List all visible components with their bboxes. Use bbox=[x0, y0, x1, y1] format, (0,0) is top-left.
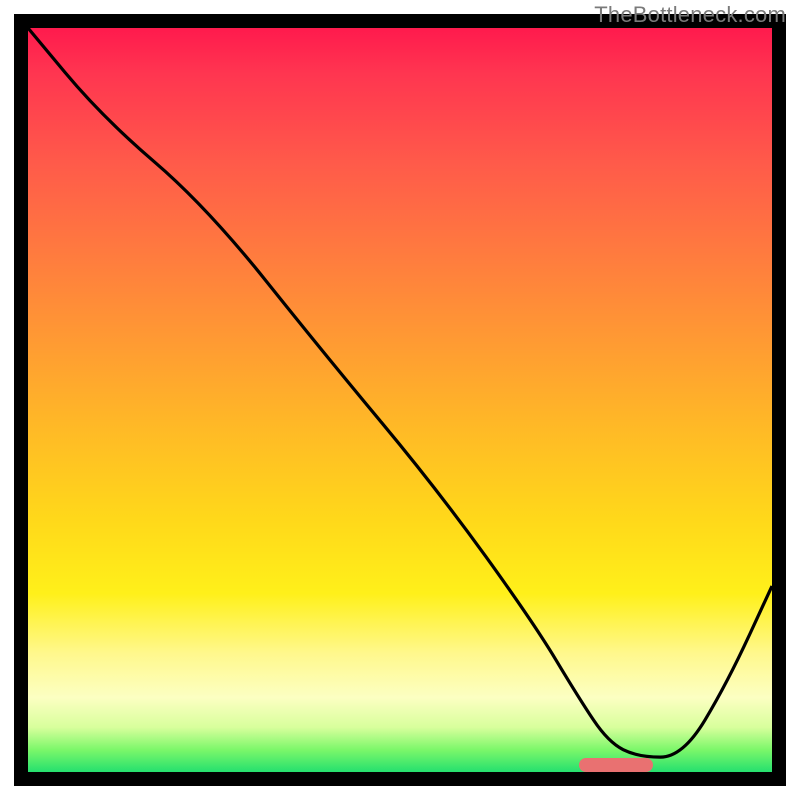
bottleneck-curve bbox=[28, 28, 772, 757]
optimal-range-marker bbox=[579, 758, 653, 772]
chart-frame: TheBottleneck.com bbox=[0, 0, 800, 800]
watermark-text: TheBottleneck.com bbox=[594, 2, 786, 28]
plot-area bbox=[28, 28, 772, 772]
curve-layer bbox=[28, 28, 772, 772]
